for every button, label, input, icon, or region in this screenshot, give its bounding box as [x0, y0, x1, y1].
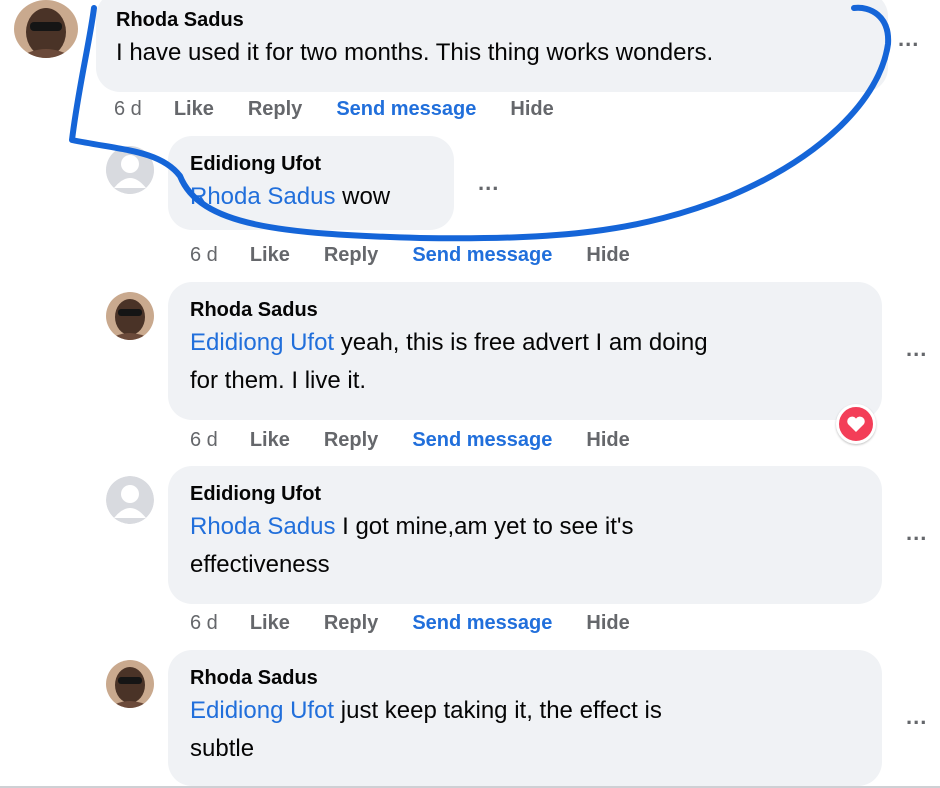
- more-options-icon[interactable]: ...: [906, 520, 927, 546]
- send-message-button[interactable]: Send message: [412, 612, 552, 635]
- avatar[interactable]: [106, 660, 154, 708]
- comment-actions: 6 d Like Reply Send message Hide: [190, 429, 664, 452]
- hide-button[interactable]: Hide: [586, 612, 629, 635]
- comment-text: Edidiong Ufot yeah, this is free advert …: [190, 329, 708, 356]
- like-button[interactable]: Like: [250, 244, 290, 267]
- comment-text: I have used it for two months. This thin…: [116, 39, 714, 66]
- avatar[interactable]: [14, 0, 78, 58]
- comment-text-line2: subtle: [190, 735, 255, 762]
- avatar[interactable]: [106, 292, 154, 340]
- comment-actions: 6 d Like Reply Send message Hide: [190, 244, 664, 267]
- reply-button[interactable]: Reply: [324, 429, 378, 452]
- comment-text: Edidiong Ufot just keep taking it, the e…: [190, 697, 662, 724]
- hide-button[interactable]: Hide: [586, 244, 629, 267]
- send-message-button[interactable]: Send message: [412, 429, 552, 452]
- more-options-icon[interactable]: ...: [898, 26, 919, 52]
- hide-button[interactable]: Hide: [586, 429, 629, 452]
- send-message-button[interactable]: Send message: [336, 98, 476, 121]
- timestamp[interactable]: 6 d: [114, 98, 142, 121]
- reply-button[interactable]: Reply: [324, 244, 378, 267]
- hide-button[interactable]: Hide: [510, 98, 553, 121]
- mention-link[interactable]: Edidiong Ufot: [190, 697, 334, 724]
- comment-actions: 6 d Like Reply Send message Hide: [114, 98, 588, 121]
- comment-bubble: Edidiong Ufot Rhoda Sadus wow: [168, 136, 454, 230]
- reply-button[interactable]: Reply: [248, 98, 302, 121]
- comment-author[interactable]: Rhoda Sadus: [190, 298, 860, 322]
- heart-reaction-icon[interactable]: [836, 404, 876, 444]
- comment-author[interactable]: Edidiong Ufot: [190, 482, 860, 506]
- comment-bubble: Rhoda Sadus I have used it for two month…: [96, 0, 888, 92]
- like-button[interactable]: Like: [174, 98, 214, 121]
- more-options-icon[interactable]: ...: [906, 336, 927, 362]
- like-button[interactable]: Like: [250, 612, 290, 635]
- comment-text: Rhoda Sadus wow: [190, 183, 391, 210]
- comment-author[interactable]: Rhoda Sadus: [190, 666, 860, 690]
- comment-text-line2: for them. I live it.: [190, 367, 367, 394]
- mention-link[interactable]: Edidiong Ufot: [190, 329, 334, 356]
- comment-actions: 6 d Like Reply Send message Hide: [190, 612, 664, 635]
- comment-author[interactable]: Rhoda Sadus: [116, 8, 868, 32]
- avatar[interactable]: [106, 146, 154, 194]
- mention-link[interactable]: Rhoda Sadus: [190, 513, 335, 540]
- mention-link[interactable]: Rhoda Sadus: [190, 183, 335, 210]
- comment-text-line2: effectiveness: [190, 551, 330, 578]
- timestamp[interactable]: 6 d: [190, 612, 218, 635]
- comment-text: Rhoda Sadus I got mine,am yet to see it'…: [190, 513, 634, 540]
- comment-bubble: Rhoda Sadus Edidiong Ufot just keep taki…: [168, 650, 882, 786]
- more-options-icon[interactable]: ...: [906, 704, 927, 730]
- avatar[interactable]: [106, 476, 154, 524]
- comment-bubble: Edidiong Ufot Rhoda Sadus I got mine,am …: [168, 466, 882, 604]
- send-message-button[interactable]: Send message: [412, 244, 552, 267]
- more-options-icon[interactable]: ...: [478, 170, 499, 196]
- timestamp[interactable]: 6 d: [190, 429, 218, 452]
- comment-bubble: Rhoda Sadus Edidiong Ufot yeah, this is …: [168, 282, 882, 420]
- timestamp[interactable]: 6 d: [190, 244, 218, 267]
- like-button[interactable]: Like: [250, 429, 290, 452]
- comment-author[interactable]: Edidiong Ufot: [190, 152, 432, 176]
- reply-button[interactable]: Reply: [324, 612, 378, 635]
